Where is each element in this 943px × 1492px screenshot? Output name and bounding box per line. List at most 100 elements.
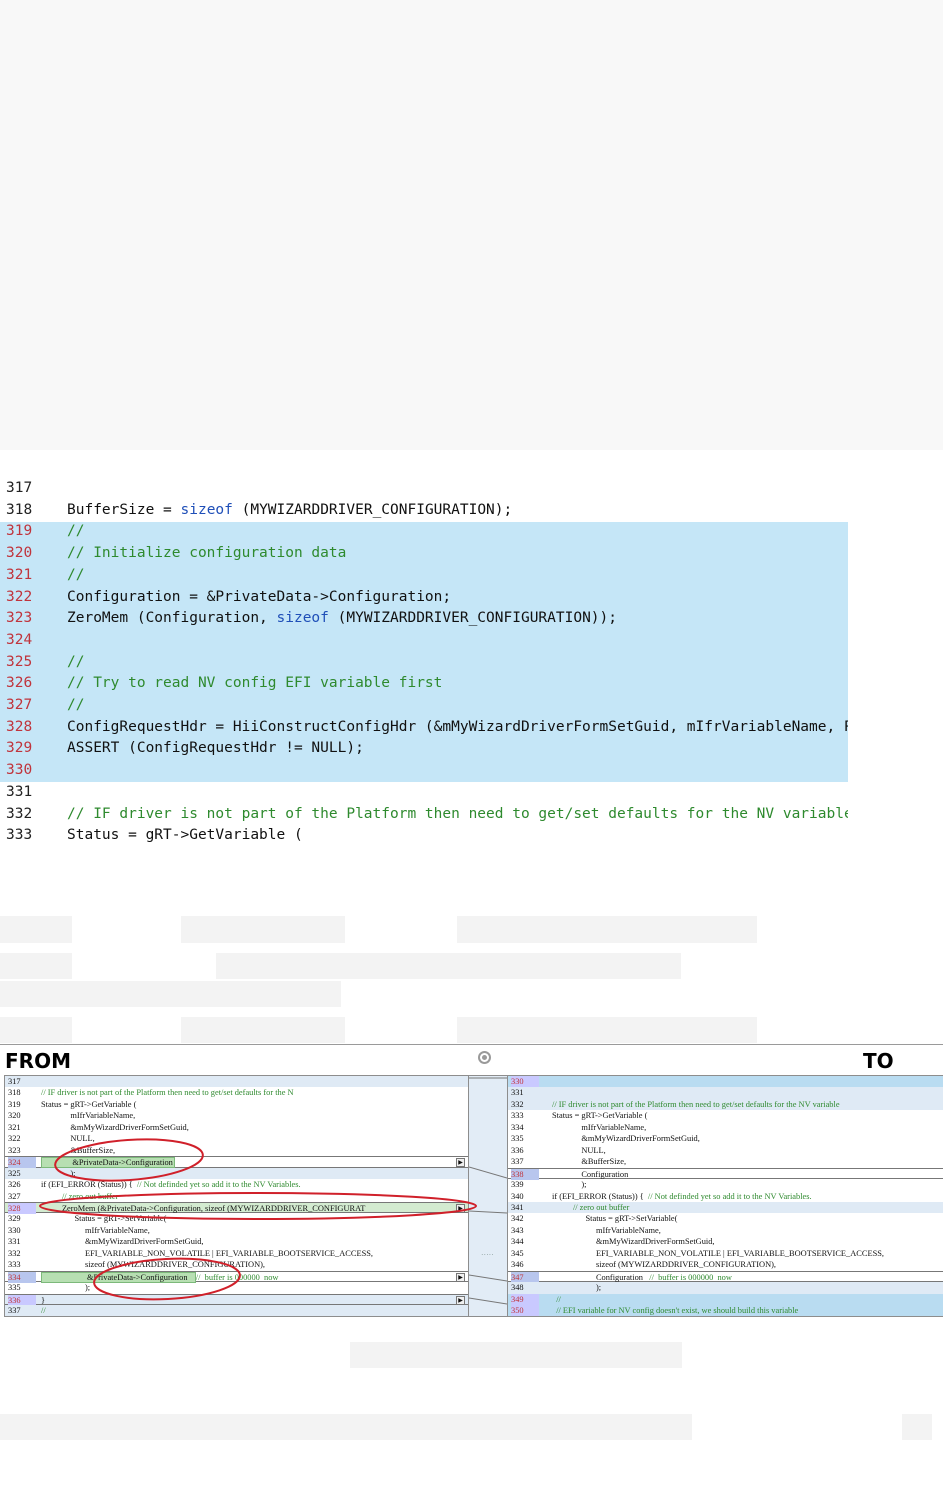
diff-line: 331 [508,1087,943,1099]
code-text: BufferSize = sizeof (MYWIZARDDRIVER_CONF… [67,500,848,522]
line-number: 329 [8,1214,21,1224]
expand-arrow-icon[interactable]: ▶ [456,1158,465,1168]
code-token: EFI_VARIABLE_NON_VOLATILE | EFI_VARIABLE… [41,1248,373,1258]
code-token: Status = gRT->SetVariable( [552,1214,678,1224]
code-text: &mMyWizardDriverFormSetGuid, [41,1122,468,1133]
code-token: &BufferSize, [41,1145,116,1155]
code-token: sizeof (MYWIZARDDRIVER_CONFIGURATION), [41,1260,266,1270]
code-text: ASSERT (ConfigRequestHdr != NULL); [67,738,848,760]
diff-line: 329 Status = gRT->SetVariable( [5,1213,468,1224]
code-token: &BufferSize, [552,1157,627,1167]
code-text: EFI_VARIABLE_NON_VOLATILE | EFI_VARIABLE… [552,1248,943,1259]
code-line: 327 // [0,695,943,717]
diff-line: 330 mIfrVariableName, [5,1225,468,1236]
code-token: ); [552,1180,587,1190]
code-comment: // [41,1306,46,1315]
sync-knob-icon[interactable] [478,1051,491,1064]
diff-line: 347 Configuration // buffer is 000000 no… [508,1270,943,1284]
code-line: 333 Status = gRT->GetVariable ( [0,825,943,847]
line-number: 349 [511,1293,539,1305]
code-keyword: sizeof [276,610,329,627]
diff-line: 337 &BufferSize, [508,1156,943,1167]
code-token: ASSERT (ConfigRequestHdr != NULL); [67,740,364,757]
left-pane[interactable]: 317 318 // IF driver is not part of the Pl… [4,1075,469,1317]
line-number: 342 [511,1214,524,1224]
code-text: // [67,652,848,674]
line-number: 348 [511,1283,524,1293]
code-text: // IF driver is not part of the Platform… [41,1087,468,1098]
line-number: 322 [6,588,33,605]
line-number: 344 [511,1237,524,1247]
line-number: 319 [8,1099,21,1109]
code-token: &PrivateData->Configuration [41,1157,175,1169]
code-token: BufferSize = [67,501,181,518]
line-number: 323 [6,610,33,627]
diff-line: 328 ZeroMem (&PrivateData->Configuration… [5,1201,468,1215]
expand-arrow-icon[interactable]: ▶ [456,1272,465,1282]
line-number: 335 [511,1134,524,1144]
diff-line: 334 mIfrVariableName, [508,1122,943,1133]
code-token: &mMyWizardDriverFormSetGuid, [552,1237,715,1247]
code-line: 325 // [0,652,943,674]
diff-line: 326 if (EFI_ERROR (Status)) { // Not defi… [5,1179,468,1190]
code-token: &PrivateData->Configuration [41,1271,196,1283]
line-number: 325 [8,1168,21,1178]
code-text: // Initialize configuration data [67,543,848,565]
code-text: // [67,521,848,543]
code-line: 320 // Initialize configuration data [0,543,943,565]
line-number: 317 [6,480,33,496]
code-text: Status = gRT->SetVariable( [41,1213,468,1224]
line-number: 326 [6,675,33,692]
code-comment: // Not definded yet so add it to the NV … [136,1180,301,1190]
code-keyword: sizeof [180,501,233,518]
to-label: TO [863,1049,894,1073]
right-pane[interactable]: 330 331 332 // IF driver is not part of the… [507,1075,943,1317]
line-number: 332 [511,1099,524,1109]
code-text: ); [41,1168,468,1179]
diff-line: 348 ); [508,1282,943,1294]
code-token: Configuration [552,1169,629,1179]
line-number: 337 [511,1157,524,1167]
line-number: 318 [6,501,33,518]
code-text: sizeof (MYWIZARDDRIVER_CONFIGURATION), [41,1259,468,1270]
diff-compare-panel: FROM TO 317 318 // IF driver is not part o… [0,1044,943,1318]
line-number: 320 [8,1111,21,1121]
diff-line: 333 Status = gRT->GetVariable ( [508,1110,943,1121]
diff-line: 320 mIfrVariableName, [5,1110,468,1121]
code-text: // zero out buffer [552,1202,943,1213]
code-token: Configuration [552,1272,650,1282]
code-comment: // Initialize configuration data [67,545,347,562]
diff-line: 343 mIfrVariableName, [508,1225,943,1236]
line-number: 337 [8,1306,21,1315]
code-text: &BufferSize, [41,1145,468,1156]
line-number: 331 [6,783,33,800]
diff-line: 338 Configuration [508,1167,943,1181]
code-token: if (EFI_ERROR (Status)) { [552,1191,648,1201]
code-token: Status = gRT->SetVariable( [41,1214,167,1224]
code-text: // EFI variable for NV config doesn't ex… [552,1305,943,1316]
diff-line: 331 &mMyWizardDriverFormSetGuid, [5,1236,468,1247]
line-number: 339 [511,1180,524,1190]
code-text: &mMyWizardDriverFormSetGuid, [552,1133,943,1144]
code-text: NULL, [41,1133,468,1144]
expand-arrow-icon[interactable]: ▶ [456,1295,465,1305]
code-comment: // Try to read NV config EFI variable fi… [67,675,443,692]
code-comment: // IF driver is not part of the Platform… [67,805,848,822]
diff-line: 340 if (EFI_ERROR (Status)) { // Not defi… [508,1191,943,1202]
code-text: // [41,1305,468,1316]
code-text: sizeof (MYWIZARDDRIVER_CONFIGURATION), [552,1259,943,1270]
line-number: 335 [8,1283,21,1293]
code-text: Status = gRT->SetVariable( [552,1213,943,1224]
expand-arrow-icon[interactable]: ▶ [456,1203,465,1213]
line-number: 346 [511,1260,524,1270]
code-comment: // [67,697,85,713]
line-number: 343 [511,1225,524,1235]
from-label: FROM [5,1049,71,1073]
code-token: mIfrVariableName, [41,1111,136,1121]
code-text: // Try to read NV config EFI variable fi… [67,673,848,695]
blank-area [0,0,943,450]
code-text: ); [552,1282,943,1293]
diff-gutter: ..... [469,1075,507,1317]
code-text: // IF driver is not part of the Platform… [67,804,848,826]
line-number: 330 [511,1076,539,1088]
